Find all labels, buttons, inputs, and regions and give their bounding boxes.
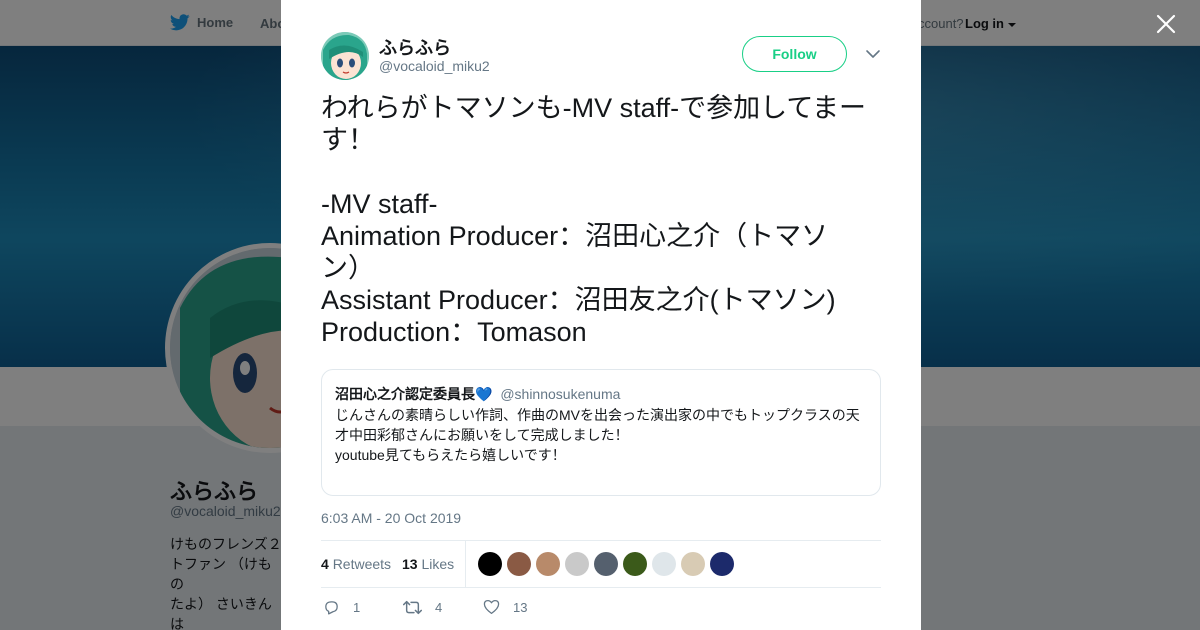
close-icon: [1156, 14, 1176, 34]
tweet-modal: ふらふら @vocaloid_miku2 Follow われらがトマソンも-MV…: [281, 0, 921, 630]
like-button[interactable]: 13: [483, 599, 527, 615]
tweet-timestamp[interactable]: 6:03 AM - 20 Oct 2019: [321, 510, 461, 526]
liker-avatar[interactable]: [623, 552, 647, 576]
liker-avatar[interactable]: [536, 552, 560, 576]
reply-button[interactable]: 1: [323, 599, 360, 616]
liker-avatar[interactable]: [681, 552, 705, 576]
likes-label: Likes: [421, 556, 455, 572]
reply-icon: [325, 601, 338, 615]
likes-stat[interactable]: 13 Likes: [402, 556, 454, 572]
more-options-button[interactable]: [865, 47, 881, 61]
follow-button[interactable]: Follow: [742, 36, 847, 72]
like-count: 13: [513, 599, 528, 615]
liker-avatar[interactable]: [507, 552, 531, 576]
retweets-count: 4: [321, 556, 329, 572]
chevron-down-icon: [866, 50, 880, 58]
liker-avatar[interactable]: [652, 552, 676, 576]
quoted-tweet[interactable]: 沼田心之介認定委員長💙 @shinnosukenuma じんさんの素晴らしい作詞…: [321, 369, 881, 496]
liker-avatar[interactable]: [478, 552, 502, 576]
tweet-actions: 1 4 13: [321, 596, 881, 622]
retweets-stat[interactable]: 4 Retweets: [321, 556, 391, 572]
retweet-count: 4: [435, 600, 443, 615]
quoted-tweet-text: じんさんの素晴らしい作詞、作曲のMVを出会った演出家の中でもトップクラスの天才中…: [335, 407, 860, 463]
tweet-stats: 4 Retweets 13 Likes: [321, 540, 881, 588]
avatar-illustration: [321, 32, 369, 80]
stats-divider: [465, 541, 466, 587]
author-handle[interactable]: @vocaloid_miku2: [379, 58, 490, 74]
reply-count: 1: [353, 600, 361, 615]
close-button[interactable]: [1153, 11, 1179, 37]
liker-avatar[interactable]: [710, 552, 734, 576]
liker-avatar[interactable]: [594, 552, 618, 576]
heart-icon: [483, 599, 500, 615]
retweet-button[interactable]: 4: [403, 599, 442, 616]
retweets-label: Retweets: [332, 556, 392, 572]
likes-count: 13: [402, 556, 418, 572]
quoted-author-name: 沼田心之介認定委員長: [335, 386, 475, 402]
liker-avatars: [478, 552, 739, 576]
blue-heart-emoji: 💙: [475, 386, 493, 402]
liker-avatar[interactable]: [565, 552, 589, 576]
retweet-icon: [403, 600, 422, 615]
author-avatar[interactable]: [321, 32, 369, 80]
tweet-text: われらがトマソンも-MV staff-で参加してまーす！ -MV staff- …: [321, 93, 867, 347]
author-display-name[interactable]: ふらふら: [379, 34, 451, 60]
quoted-tweet-header: 沼田心之介認定委員長💙 @shinnosukenuma: [335, 384, 620, 404]
quoted-author-handle: @shinnosukenuma: [500, 386, 621, 402]
